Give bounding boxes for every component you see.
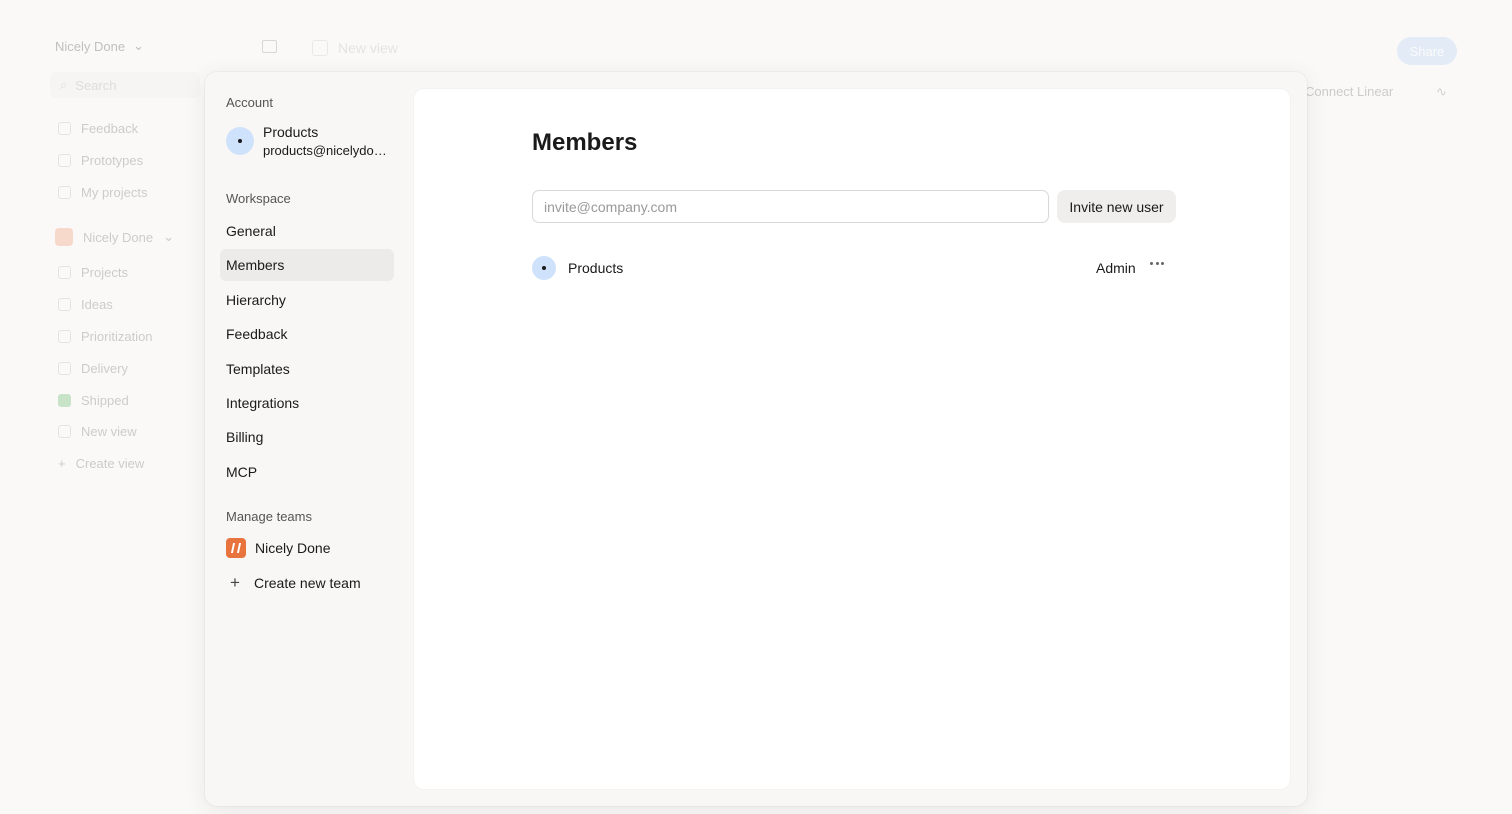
sidebar-item-prototypes[interactable]: Prototypes bbox=[58, 153, 143, 168]
invite-user-button[interactable]: Invite new user bbox=[1057, 190, 1176, 223]
nav-item-templates[interactable]: Templates bbox=[220, 353, 394, 385]
account-heading: Account bbox=[226, 94, 273, 110]
team-logo-icon bbox=[226, 538, 246, 559]
account-name: Products bbox=[263, 124, 319, 140]
sidebar-item-delivery[interactable]: Delivery bbox=[58, 361, 128, 376]
search-icon: ⌕ bbox=[60, 77, 68, 92]
create-team-button[interactable]: + Create new team bbox=[220, 567, 394, 599]
invite-email-input[interactable] bbox=[532, 190, 1049, 223]
prioritization-icon bbox=[58, 330, 71, 343]
nav-item-members[interactable]: Members bbox=[220, 249, 394, 282]
view-icon bbox=[312, 40, 328, 56]
team-name: Nicely Done bbox=[255, 540, 331, 557]
more-options-icon[interactable] bbox=[1150, 262, 1164, 265]
page-title: Members bbox=[532, 129, 638, 156]
sidebar-item-create-view[interactable]: + Create view bbox=[58, 456, 144, 471]
sidebar-search[interactable]: ⌕ Search bbox=[50, 72, 200, 98]
view-icon bbox=[58, 425, 71, 438]
plus-icon: + bbox=[58, 456, 66, 471]
sidebar-item-prioritization[interactable]: Prioritization bbox=[58, 329, 153, 344]
nav-item-feedback[interactable]: Feedback bbox=[220, 318, 394, 350]
sidebar-item-projects[interactable]: Projects bbox=[58, 265, 128, 280]
team-item-nicely-done[interactable]: Nicely Done bbox=[220, 532, 394, 564]
view-header: New view bbox=[312, 40, 398, 56]
chevron-down-icon: ⌄ bbox=[133, 38, 144, 53]
activity-icon[interactable]: ∿ bbox=[1436, 84, 1447, 100]
sidebar-item-ideas[interactable]: Ideas bbox=[58, 297, 113, 312]
account-card[interactable]: Products products@nicelydone.club bbox=[220, 124, 394, 158]
nav-item-hierarchy[interactable]: Hierarchy bbox=[220, 284, 394, 316]
prototypes-icon bbox=[58, 154, 71, 167]
background-sidebar: Nicely Done ⌄ ⌕ Search Feedback Prototyp… bbox=[0, 0, 205, 814]
projects-icon bbox=[58, 266, 71, 279]
connect-linear-button[interactable]: Connect Linear bbox=[1305, 84, 1393, 99]
create-team-label: Create new team bbox=[254, 575, 361, 592]
plus-icon: + bbox=[230, 573, 240, 593]
member-row: Products Admin bbox=[532, 255, 1172, 281]
team-logo-icon bbox=[55, 228, 73, 246]
sidebar-item-shipped[interactable]: Shipped bbox=[58, 393, 129, 408]
members-panel: Members Invite new user Products Admin bbox=[414, 89, 1290, 789]
nav-item-general[interactable]: General bbox=[220, 215, 394, 247]
sidebar-toggle-icon[interactable] bbox=[262, 40, 277, 53]
avatar bbox=[226, 127, 254, 155]
nav-item-mcp[interactable]: MCP bbox=[220, 456, 394, 488]
sidebar-item-new-view[interactable]: New view bbox=[58, 424, 137, 439]
sidebar-item-my-projects[interactable]: My projects bbox=[58, 185, 147, 200]
user-icon bbox=[58, 186, 71, 199]
member-role[interactable]: Admin bbox=[1096, 260, 1136, 276]
workspace-heading: Workspace bbox=[226, 190, 291, 206]
member-name: Products bbox=[568, 260, 624, 276]
feedback-icon bbox=[58, 122, 71, 135]
settings-modal: Account Products products@nicelydone.clu… bbox=[205, 72, 1307, 806]
nav-item-billing[interactable]: Billing bbox=[220, 421, 394, 453]
check-icon bbox=[58, 394, 71, 407]
share-button[interactable]: Share bbox=[1397, 37, 1457, 65]
settings-nav: Account Products products@nicelydone.clu… bbox=[220, 90, 394, 599]
account-email: products@nicelydone.club bbox=[263, 143, 391, 158]
workspace-switcher[interactable]: Nicely Done ⌄ bbox=[55, 38, 144, 54]
avatar bbox=[532, 256, 556, 280]
chevron-down-icon: ⌄ bbox=[163, 229, 174, 244]
workspace-name: Nicely Done bbox=[55, 38, 126, 54]
sidebar-item-feedback[interactable]: Feedback bbox=[58, 121, 138, 136]
delivery-icon bbox=[58, 362, 71, 375]
view-title: New view bbox=[338, 40, 398, 56]
manage-teams-heading: Manage teams bbox=[226, 508, 312, 524]
sidebar-team[interactable]: Nicely Done ⌄ bbox=[55, 228, 174, 246]
ideas-icon bbox=[58, 298, 71, 311]
search-placeholder: Search bbox=[75, 77, 117, 93]
nav-item-integrations[interactable]: Integrations bbox=[220, 387, 394, 419]
